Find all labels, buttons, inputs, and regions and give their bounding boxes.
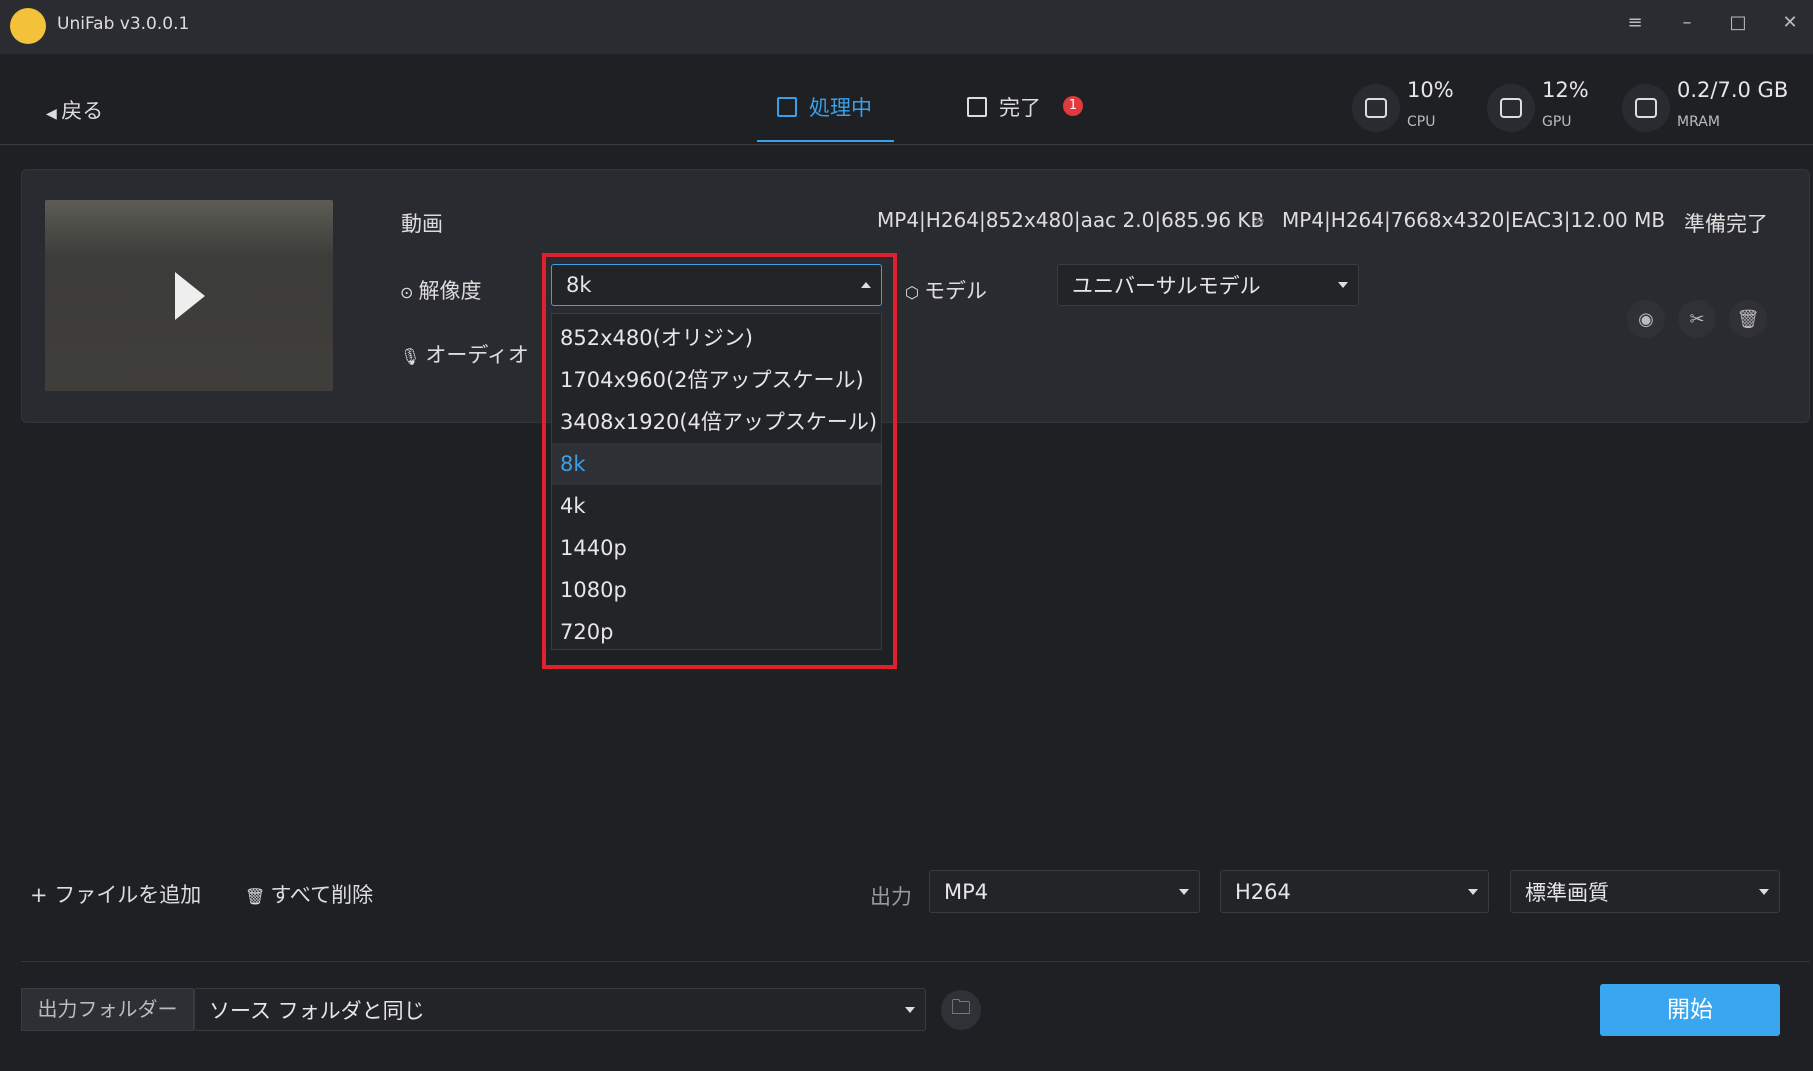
cpu-icon bbox=[1352, 84, 1400, 132]
resolution-label: ⊙ 解像度 bbox=[400, 275, 482, 305]
minimize-button[interactable]: – bbox=[1672, 12, 1702, 33]
model-select[interactable]: ユニバーサルモデル bbox=[1057, 264, 1359, 306]
video-thumbnail[interactable] bbox=[45, 200, 333, 391]
audio-label-text: オーディオ bbox=[425, 343, 529, 367]
play-icon[interactable] bbox=[175, 272, 205, 320]
active-tab-indicator bbox=[757, 140, 894, 142]
gpu-icon bbox=[1487, 84, 1535, 132]
format-value: MP4 bbox=[944, 879, 989, 904]
folder-icon[interactable]: 🗀 bbox=[941, 990, 981, 1030]
start-button[interactable]: 開始 bbox=[1600, 984, 1780, 1036]
app-title: UniFab v3.0.0.1 bbox=[57, 14, 190, 34]
caret-down-icon bbox=[1759, 888, 1769, 895]
complete-count-badge: 1 bbox=[1063, 96, 1083, 116]
model-icon: ⬡ bbox=[905, 283, 925, 302]
output-folder-label: 出力フォルダー bbox=[21, 988, 194, 1031]
tab-label: 処理中 bbox=[809, 96, 872, 120]
menu-icon[interactable]: ≡ bbox=[1620, 12, 1650, 33]
cpu-label: CPU bbox=[1407, 114, 1436, 130]
model-value: ユニバーサルモデル bbox=[1072, 274, 1261, 298]
caret-down-icon bbox=[1338, 282, 1348, 288]
close-button[interactable]: ✕ bbox=[1775, 12, 1805, 33]
output-folder-value: ソース フォルダと同じ bbox=[209, 998, 425, 1023]
maximize-button[interactable]: □ bbox=[1723, 12, 1753, 33]
quality-select[interactable]: 標準画質 bbox=[1510, 870, 1780, 913]
output-label: 出力 bbox=[870, 885, 912, 909]
audio-label: 🎙 オーディオ bbox=[400, 339, 529, 369]
codec-value: H264 bbox=[1235, 879, 1291, 904]
microphone-icon: 🎙 bbox=[400, 347, 426, 366]
preview-eye-icon[interactable]: ◉ bbox=[1627, 300, 1665, 338]
model-label-text: モデル bbox=[924, 279, 988, 303]
output-info: MP4|H264|7668x4320|EAC3|12.00 MB bbox=[1282, 208, 1666, 232]
resolution-label-text: 解像度 bbox=[418, 279, 482, 303]
quality-value: 標準画質 bbox=[1525, 880, 1609, 905]
play-circle-icon: ⊙ bbox=[400, 283, 419, 302]
add-file-button[interactable]: + ファイルを追加 bbox=[30, 879, 201, 909]
back-label: 戻る bbox=[61, 99, 104, 123]
gpu-label: GPU bbox=[1542, 114, 1572, 130]
app-logo-icon bbox=[10, 8, 46, 44]
tab-processing[interactable]: 処理中 bbox=[777, 92, 872, 122]
status-text: 準備完了 bbox=[1684, 212, 1768, 236]
type-label: 動画 bbox=[401, 212, 443, 236]
tab-complete[interactable]: 完了 bbox=[967, 92, 1041, 122]
caret-down-icon bbox=[1468, 888, 1478, 895]
checkbox-icon bbox=[967, 97, 987, 117]
trash-icon[interactable]: 🗑 bbox=[1729, 300, 1767, 338]
chevron-left-icon: ◀ bbox=[46, 106, 62, 122]
arrow-icon: » bbox=[1253, 208, 1266, 232]
caret-down-icon bbox=[1179, 888, 1189, 895]
list-icon bbox=[777, 97, 797, 117]
title-bar bbox=[0, 0, 1813, 54]
highlight-box bbox=[542, 253, 897, 669]
output-folder-select[interactable]: ソース フォルダと同じ bbox=[194, 988, 926, 1031]
source-info: MP4|H264|852x480|aac 2.0|685.96 KB bbox=[877, 208, 1265, 232]
mram-label: MRAM bbox=[1677, 114, 1720, 130]
format-select[interactable]: MP4 bbox=[929, 870, 1200, 913]
caret-down-icon bbox=[905, 1006, 915, 1013]
delete-all-label: すべて削除 bbox=[270, 883, 374, 907]
memory-icon bbox=[1622, 84, 1670, 132]
tab-label: 完了 bbox=[999, 96, 1041, 120]
back-button[interactable]: ◀ 戻る bbox=[46, 95, 103, 125]
delete-all-button[interactable]: 🗑 すべて削除 bbox=[245, 879, 373, 909]
gpu-value: 12% bbox=[1542, 78, 1589, 102]
cpu-value: 10% bbox=[1407, 78, 1454, 102]
codec-select[interactable]: H264 bbox=[1220, 870, 1489, 913]
model-label: ⬡ モデル bbox=[905, 275, 987, 305]
scissors-icon[interactable]: ✂ bbox=[1678, 300, 1716, 338]
divider bbox=[21, 961, 1810, 962]
trash-icon: 🗑 bbox=[245, 887, 271, 906]
mram-value: 0.2/7.0 GB bbox=[1677, 78, 1789, 102]
